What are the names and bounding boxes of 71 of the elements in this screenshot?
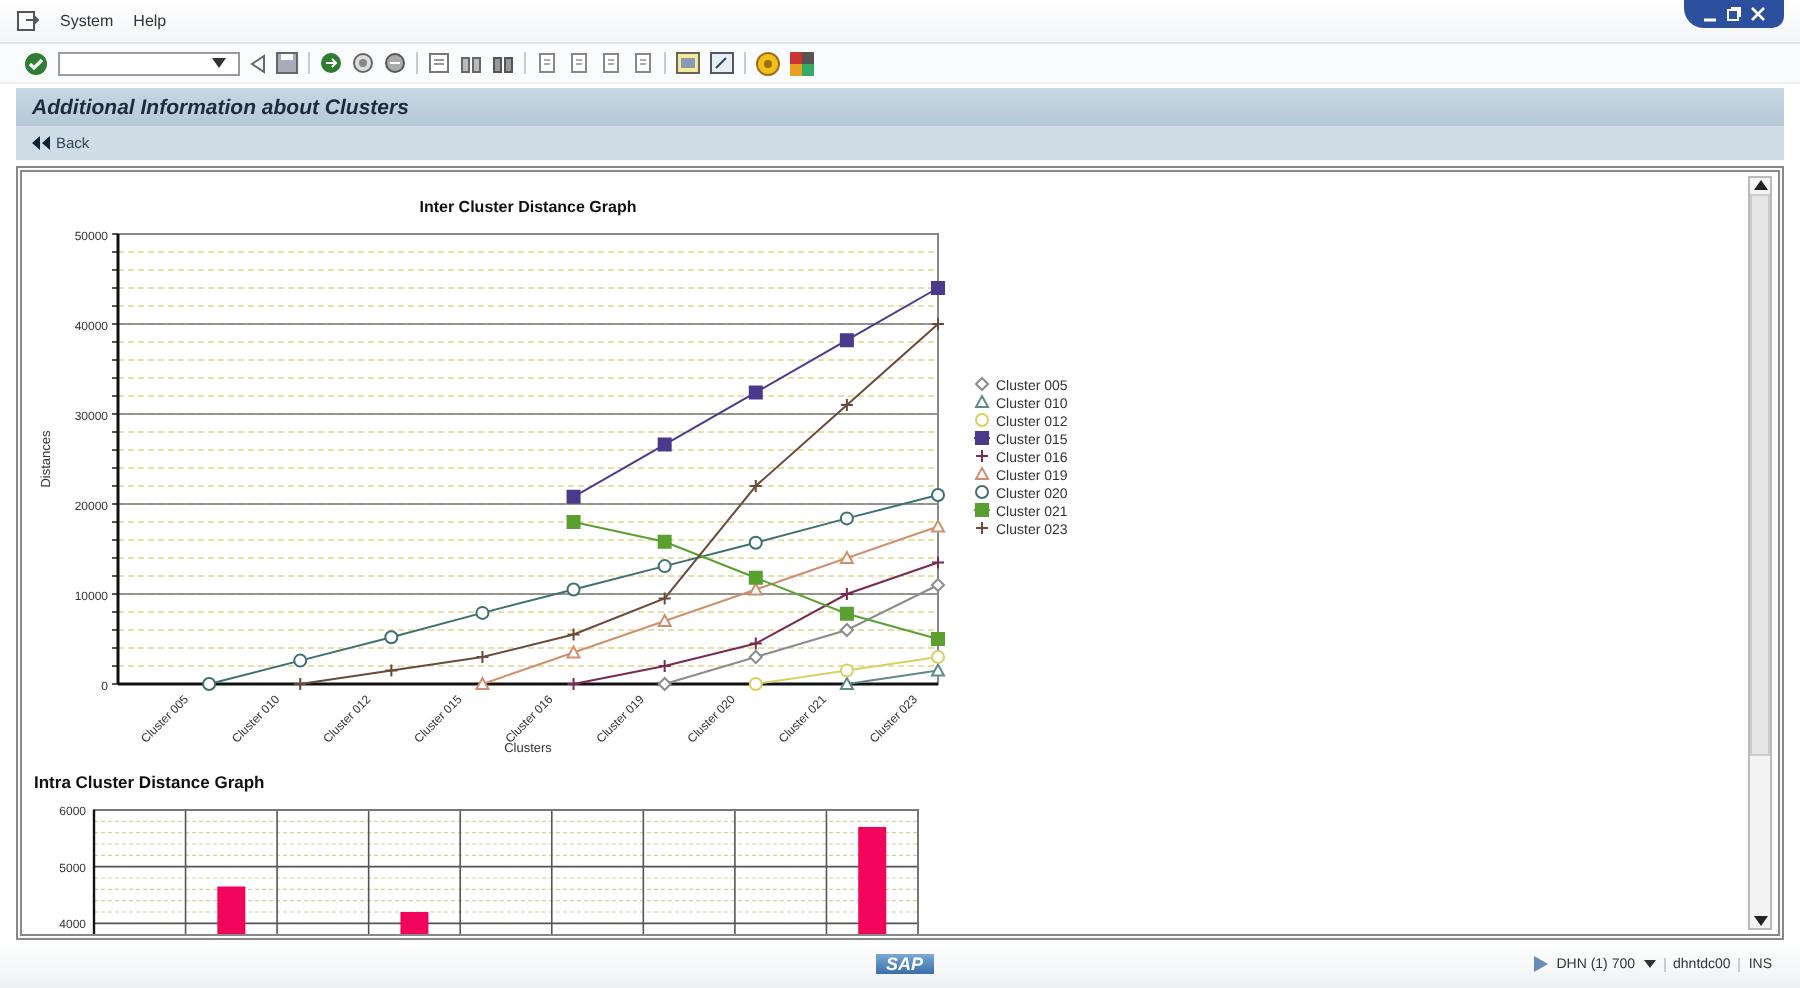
floppy-icon[interactable] bbox=[276, 52, 298, 74]
sap-logo: SAP bbox=[876, 954, 934, 974]
circle-icon[interactable] bbox=[352, 52, 374, 74]
chart-title: Intra Cluster Distance Graph bbox=[34, 772, 265, 792]
data-point bbox=[931, 555, 945, 570]
palette-icon[interactable] bbox=[790, 51, 814, 75]
bar bbox=[217, 886, 246, 934]
command-field[interactable] bbox=[58, 51, 240, 75]
binoculars-icon[interactable] bbox=[460, 52, 482, 74]
data-point bbox=[657, 534, 672, 549]
data-point bbox=[839, 587, 854, 601]
data-point bbox=[931, 632, 945, 646]
data-point bbox=[475, 650, 490, 664]
page-title: Additional Information about Clusters bbox=[32, 95, 409, 119]
triangle-icon[interactable] bbox=[250, 53, 266, 73]
circle-icon[interactable] bbox=[384, 52, 406, 74]
y-axis bbox=[92, 810, 96, 934]
data-point bbox=[474, 675, 491, 690]
window-icon[interactable] bbox=[710, 52, 734, 74]
menu-item[interactable]: System bbox=[60, 12, 114, 30]
data-point bbox=[384, 630, 399, 645]
data-point bbox=[293, 653, 308, 668]
dropdown-icon[interactable] bbox=[1643, 960, 1656, 968]
data-point bbox=[748, 677, 763, 691]
data-point bbox=[748, 479, 763, 493]
data-point bbox=[657, 591, 672, 606]
bar bbox=[858, 827, 887, 934]
menu-item[interactable]: Help bbox=[133, 12, 167, 30]
scroll-up-icon[interactable] bbox=[1753, 180, 1767, 190]
data-point bbox=[839, 511, 854, 526]
data-point bbox=[384, 663, 399, 678]
data-point bbox=[657, 659, 672, 673]
data-point bbox=[475, 605, 490, 620]
data-point bbox=[293, 677, 308, 691]
data-point bbox=[931, 281, 945, 295]
page-icon[interactable] bbox=[536, 52, 558, 74]
close-icon[interactable] bbox=[1750, 6, 1766, 22]
play-icon[interactable] bbox=[1534, 956, 1549, 972]
data-point bbox=[657, 437, 672, 452]
data-point bbox=[748, 535, 763, 550]
scrollbar[interactable] bbox=[1748, 176, 1772, 930]
data-point bbox=[566, 489, 581, 504]
data-point bbox=[566, 515, 581, 529]
scroll-down-icon[interactable] bbox=[1753, 916, 1767, 926]
help-icon[interactable] bbox=[756, 51, 780, 75]
restore-icon[interactable] bbox=[1726, 6, 1742, 22]
binoculars-icon[interactable] bbox=[492, 52, 514, 74]
caret-icon[interactable] bbox=[212, 58, 226, 68]
data-point bbox=[657, 612, 673, 627]
bar bbox=[400, 912, 429, 934]
data-point bbox=[839, 333, 854, 348]
data-point bbox=[839, 549, 855, 564]
data-point bbox=[930, 518, 946, 533]
chart-title: Inter Cluster Distance Graph bbox=[419, 198, 637, 216]
data-point bbox=[566, 582, 581, 597]
window-icon[interactable] bbox=[676, 52, 700, 74]
page-icon[interactable] bbox=[600, 52, 622, 74]
data-point bbox=[931, 488, 945, 502]
data-point bbox=[839, 398, 854, 412]
page-icon[interactable] bbox=[632, 52, 654, 74]
circle-arrow-icon[interactable] bbox=[320, 52, 342, 74]
data-point bbox=[931, 317, 945, 331]
menu-icon[interactable] bbox=[16, 10, 40, 32]
page-icon[interactable] bbox=[568, 52, 590, 74]
double-arrow-icon bbox=[32, 136, 50, 150]
data-point bbox=[657, 559, 672, 574]
data-point bbox=[566, 677, 581, 691]
checkmark-icon[interactable] bbox=[24, 51, 48, 75]
data-point bbox=[202, 677, 217, 691]
data-point bbox=[657, 676, 673, 692]
data-point bbox=[748, 385, 763, 400]
